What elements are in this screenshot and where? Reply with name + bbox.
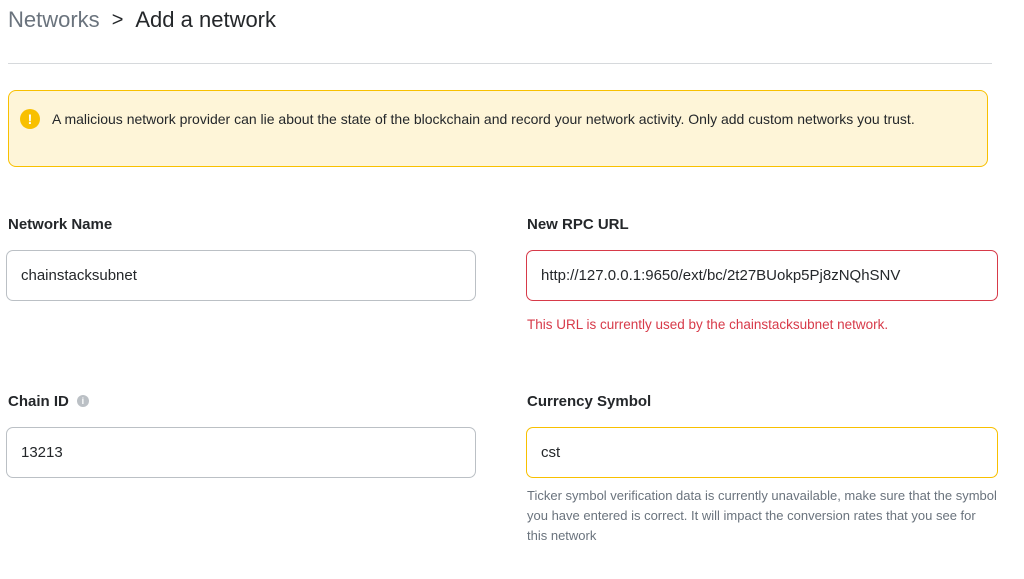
network-name-input[interactable] xyxy=(21,267,461,284)
currency-symbol-field[interactable] xyxy=(526,427,998,478)
warning-banner: ! A malicious network provider can lie a… xyxy=(8,90,988,167)
exclamation-circle-icon: ! xyxy=(20,109,40,129)
chain-id-label-text: Chain ID xyxy=(8,392,69,410)
breadcrumb-networks-link[interactable]: Networks xyxy=(8,7,100,33)
breadcrumb: Networks > Add a network xyxy=(8,6,276,34)
chain-id-field[interactable] xyxy=(6,427,476,478)
info-circle-icon[interactable]: i xyxy=(76,395,89,407)
rpc-url-error: This URL is currently used by the chains… xyxy=(527,317,889,332)
network-name-field[interactable] xyxy=(6,250,476,301)
warning-banner-text: A malicious network provider can lie abo… xyxy=(52,111,915,127)
header-divider xyxy=(8,63,992,64)
chevron-right-icon: > xyxy=(111,8,124,31)
page-title: Add a network xyxy=(135,7,277,32)
rpc-url-field[interactable] xyxy=(526,250,998,301)
chain-id-label: Chain ID i xyxy=(8,391,89,411)
rpc-url-label: New RPC URL xyxy=(527,215,629,233)
rpc-url-input[interactable] xyxy=(541,267,983,284)
network-name-label: Network Name xyxy=(8,215,113,233)
chain-id-input[interactable] xyxy=(21,444,461,461)
currency-symbol-label: Currency Symbol xyxy=(527,392,652,410)
currency-symbol-input[interactable] xyxy=(541,444,983,461)
currency-symbol-help: Ticker symbol verification data is curre… xyxy=(527,488,997,543)
